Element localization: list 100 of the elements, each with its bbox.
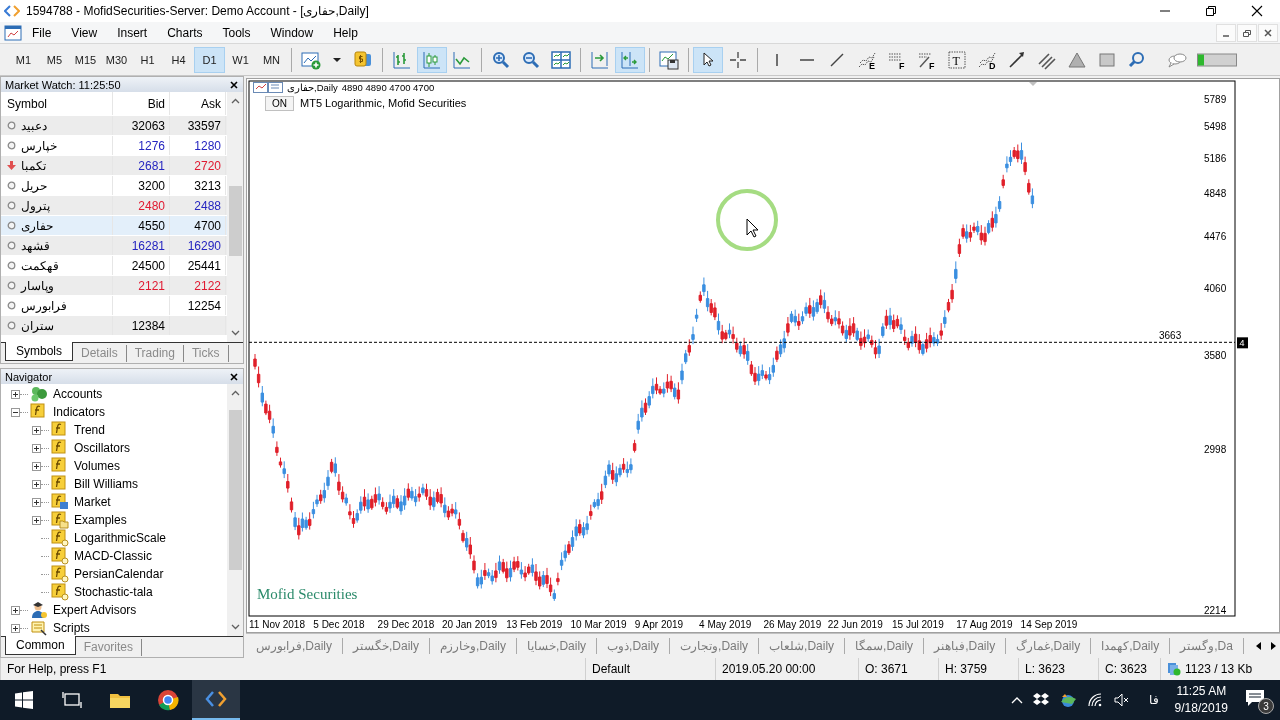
chart-tab[interactable]: خسایا,Daily [517,638,598,654]
expand-toggle-icon[interactable] [32,479,41,489]
menu-item[interactable]: File [22,22,62,43]
timeframe-button[interactable]: W1 [225,46,256,73]
price-level-label: 3663 [1159,330,1182,342]
expand-toggle-icon[interactable] [32,443,41,453]
chevron-up-icon[interactable] [1010,696,1023,704]
date-axis-label: 11 Nov 2018 [249,619,305,630]
symbol-name[interactable]: حفاری [21,218,53,233]
symbol-name[interactable]: تکمبا [21,158,46,173]
symbol-name[interactable]: وپاسار [21,278,54,293]
wifi-icon[interactable] [1086,692,1103,708]
panel-tab[interactable]: Symbols [5,342,73,361]
timeframe-button[interactable]: M15 [70,46,101,73]
chart-tab[interactable]: ذوب,Daily [597,638,671,654]
price-cell: 2121 [113,276,170,295]
chart-tab[interactable]: وخارزم,Daily [430,638,518,654]
timeframe-button[interactable]: H4 [163,46,194,73]
price-axis-label: 4476 [1204,230,1227,242]
tree-item[interactable]: Market [74,495,111,509]
chart-tab[interactable]: خگستر,Daily [343,638,431,654]
timeframe-button[interactable]: MN [256,46,287,73]
expand-toggle-icon[interactable] [32,425,41,435]
expand-toggle-icon[interactable] [11,623,20,633]
clock[interactable]: 11:25 AM 9/18/2019 [1174,683,1228,717]
tree-item[interactable]: Stochastic-tala [74,585,153,599]
timeframe-button[interactable]: M1 [8,46,39,73]
chart-tab[interactable]: فباهنر,Daily [924,638,1007,654]
timeframe-button[interactable]: H1 [132,46,163,73]
chart-tab[interactable]: غمارگ,Daily [1006,638,1092,654]
column-header[interactable]: Bid [113,92,170,115]
symbol-name[interactable]: حریل [21,178,47,193]
close-icon[interactable] [230,80,238,89]
timeframe-button[interactable]: M5 [39,46,70,73]
chart-tab[interactable]: کهمدا,Daily [1091,638,1171,654]
symbol-name[interactable]: پترول [21,198,50,213]
symbol-name[interactable]: قهکمت [21,258,59,273]
scrollbar-thumb[interactable] [228,186,242,256]
menu-item[interactable]: Window [260,22,324,43]
price-cell: 2720 [170,156,226,175]
expand-toggle-icon[interactable] [11,605,20,615]
panel-tab[interactable]: Common [5,636,76,655]
timeframe-button[interactable]: D1 [194,46,225,73]
chart-tab[interactable]: سمگا,Daily [845,638,925,654]
column-header[interactable]: Ask [170,92,226,115]
speaker-muted-icon[interactable] [1112,692,1131,708]
symbol-name[interactable]: فرابورس [21,298,67,313]
chart-tab[interactable]: فرابورس,Daily [246,638,343,654]
chart-tab[interactable]: وتجارت,Daily [670,638,760,654]
menu-item[interactable]: Charts [157,22,213,43]
symbol-name[interactable]: ستران [21,318,54,333]
chart-symbol: حفاری,Daily [287,82,338,93]
tree-item[interactable]: Examples [74,513,127,527]
tree-item[interactable]: Scripts [53,621,90,635]
expand-toggle-icon[interactable] [32,497,41,507]
language-indicator[interactable]: فا [1148,693,1159,707]
expand-toggle-icon[interactable] [11,407,20,417]
indicator-toggle[interactable]: ON [265,96,294,111]
expand-toggle-icon[interactable] [32,461,41,471]
tree-item[interactable]: LogarithmicScale [74,531,167,545]
minimize-icon[interactable] [1216,23,1236,42]
price-cell: 2488 [170,196,226,215]
menu-item[interactable]: Tools [212,22,261,43]
tree-item[interactable]: Accounts [53,387,103,401]
dropbox-icon[interactable] [1032,693,1049,707]
tree-item[interactable]: Bill Williams [74,477,138,491]
chart-tab[interactable]: وگستر,Da [1170,638,1244,654]
tree-item[interactable]: Volumes [74,459,121,473]
globe-icon[interactable] [1058,692,1077,708]
symbol-name[interactable]: قشهد [21,238,50,253]
traffic-counter: 1123 / 13 Kb [1185,661,1253,678]
symbol-name[interactable]: دعبید [21,118,47,133]
restore-icon[interactable] [1237,23,1257,42]
timeframe-button[interactable]: M30 [101,46,132,73]
expand-toggle-icon[interactable] [32,515,41,525]
price-cell: 2122 [170,276,226,295]
symbol-name[interactable]: خپارس [21,138,57,153]
chart-tab[interactable]: شلعاب,Daily [759,638,846,654]
menu-item[interactable]: Insert [107,22,158,43]
close-icon[interactable] [230,372,238,381]
tree-item[interactable]: MACD-Classic [74,549,152,563]
price-axis-label: 2214 [1204,605,1227,616]
expert-advisor-icon [30,601,48,619]
tree-item[interactable]: Trend [74,423,105,437]
expand-toggle-icon[interactable] [11,389,20,399]
indicator-label: MT5 Logarithmic, Mofid Securities [300,97,467,109]
scrollbar-thumb[interactable] [228,410,242,570]
tree-item[interactable]: Expert Advisors [53,603,137,617]
menu-item[interactable]: View [61,22,108,43]
column-header[interactable]: Symbol [1,92,113,115]
chart-icon [253,82,283,93]
scrollbar[interactable] [227,384,243,636]
indicator-folder-icon [51,421,69,439]
trading-terminal-icon[interactable] [192,680,240,720]
tree-item[interactable]: PersianCalendar [74,567,164,581]
tree-item[interactable]: Indicators [53,405,106,419]
tree-item[interactable]: Oscillators [74,441,130,455]
cursor-icon[interactable] [693,46,723,73]
scrollbar[interactable] [227,92,243,342]
menu-item[interactable]: Help [323,22,368,43]
